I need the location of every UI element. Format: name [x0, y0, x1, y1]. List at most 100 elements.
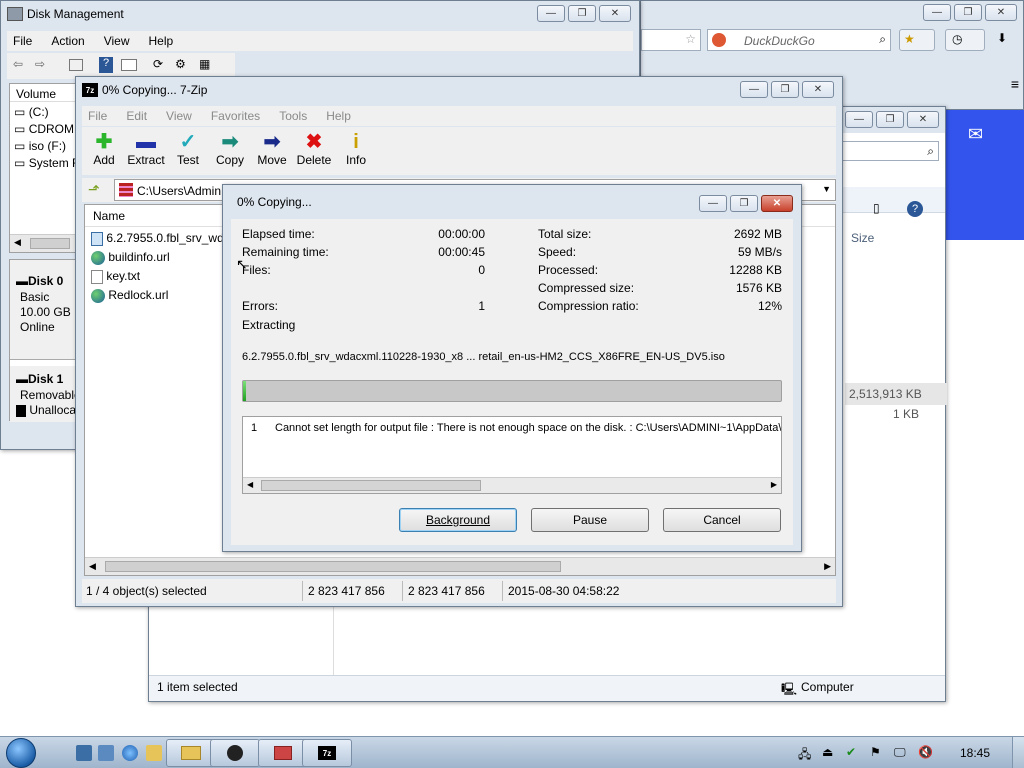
copy-button[interactable]: ➡ Copy [208, 131, 252, 167]
scroll-left-icon[interactable]: ◀ [14, 237, 21, 248]
network-icon[interactable]: 🖧 [798, 745, 814, 761]
restore-button[interactable]: ❐ [568, 5, 596, 22]
menu-help[interactable]: Help [320, 109, 351, 123]
explorer-quick-icon[interactable] [146, 745, 162, 761]
menu-file[interactable]: File [82, 109, 107, 123]
scroll-thumb[interactable] [105, 561, 561, 572]
taskbar-disk-management[interactable] [258, 739, 308, 767]
title-bar[interactable]: 7z 0% Copying... 7-Zip [76, 77, 842, 103]
search-box[interactable]: DuckDuckGo ⌕ [707, 29, 891, 51]
settings-icon[interactable]: ⚙ [175, 57, 186, 71]
up-folder-icon[interactable]: ⬏ [88, 181, 100, 198]
close-button[interactable]: ✕ [985, 4, 1017, 21]
scroll-thumb[interactable] [261, 480, 481, 491]
safely-remove-icon[interactable]: ⏏ [822, 745, 838, 761]
menu-favorites[interactable]: Favorites [205, 109, 260, 123]
volume-row[interactable]: ▭ (C:) [14, 105, 49, 119]
explorer-search[interactable]: ⌕ [839, 141, 939, 161]
ie-icon[interactable] [122, 745, 138, 761]
scroll-thumb[interactable] [30, 238, 70, 249]
add-button[interactable]: ✚ Add [82, 131, 126, 167]
log-message[interactable]: Cannot set length for output file : Ther… [275, 422, 781, 434]
delete-button[interactable]: ✖ Delete [292, 131, 336, 167]
menu-tools[interactable]: Tools [273, 109, 307, 123]
file-row[interactable]: key.txt [91, 269, 140, 284]
security-icon[interactable]: ✔ [846, 745, 862, 761]
info-button[interactable]: i Info [334, 131, 378, 167]
forward-icon[interactable]: ⇨ [35, 57, 45, 71]
minimize-button[interactable]: — [740, 81, 768, 98]
pause-button[interactable]: Pause [531, 508, 649, 532]
list-view-icon[interactable] [69, 59, 83, 71]
monitor-network-icon[interactable]: 🖵 [894, 745, 910, 761]
taskbar-7zip[interactable]: 7z [302, 739, 352, 767]
bookmark-button[interactable]: ★ [899, 29, 935, 51]
switch-windows-icon[interactable] [98, 745, 114, 761]
flag-icon[interactable]: ⚑ [870, 745, 886, 761]
menu-edit[interactable]: Edit [120, 109, 147, 123]
file-row[interactable]: 6.2.7955.0.fbl_srv_wda [91, 231, 230, 246]
minimize-button[interactable]: — [845, 111, 873, 128]
back-icon[interactable]: ⇦ [13, 57, 23, 71]
background-button[interactable]: Background [399, 508, 517, 532]
extract-button[interactable]: ▬ Extract [124, 131, 168, 167]
minimize-button[interactable]: — [923, 4, 951, 21]
history-button[interactable]: ◷ [945, 29, 985, 51]
refresh-icon[interactable]: ⟳ [153, 57, 163, 71]
scroll-left-icon[interactable]: ◀ [89, 561, 96, 572]
test-button[interactable]: ✓ Test [166, 131, 210, 167]
close-button[interactable]: ✕ [907, 111, 939, 128]
minimize-button[interactable]: — [537, 5, 565, 22]
horizontal-scrollbar[interactable]: ◀ ▶ [243, 477, 781, 493]
volume-muted-icon[interactable]: 🔇 [918, 745, 934, 761]
search-input[interactable]: DuckDuckGo [744, 34, 815, 48]
close-button[interactable]: ✕ [599, 5, 631, 22]
restore-button[interactable]: ❐ [876, 111, 904, 128]
star-icon[interactable]: ☆ [685, 32, 696, 46]
show-desktop-button[interactable] [1012, 737, 1024, 768]
search-icon[interactable]: ⌕ [927, 144, 934, 159]
disk0-panel[interactable]: ▬Disk 0 Basic 10.00 GB Online [10, 260, 80, 360]
column-size[interactable]: Size [851, 231, 874, 245]
taskbar-app[interactable] [210, 739, 260, 767]
help-icon[interactable]: ? [99, 57, 113, 73]
restore-button[interactable]: ❐ [771, 81, 799, 98]
search-icon[interactable]: ⌕ [879, 32, 886, 47]
menu-view[interactable]: View [98, 34, 130, 48]
clock[interactable]: 18:45 [948, 746, 1002, 760]
cancel-button[interactable]: Cancel [663, 508, 781, 532]
properties-icon[interactable] [121, 59, 137, 71]
minimize-button[interactable]: — [699, 195, 727, 212]
show-desktop-quick-icon[interactable] [76, 745, 92, 761]
preview-pane-icon[interactable]: ▯ [873, 201, 880, 215]
start-button[interactable] [6, 738, 36, 768]
close-button[interactable]: ✕ [761, 195, 793, 212]
menu-file[interactable]: File [7, 34, 32, 48]
column-volume[interactable]: Volume [10, 84, 80, 102]
help-icon[interactable]: ? [907, 201, 923, 217]
file-row[interactable]: Redlock.url [91, 288, 168, 303]
horizontal-scrollbar[interactable]: ◀ [10, 234, 80, 252]
close-button[interactable]: ✕ [802, 81, 834, 98]
move-button[interactable]: ➡ Move [250, 131, 294, 167]
menu-action[interactable]: Action [45, 34, 84, 48]
scroll-right-icon[interactable]: ▶ [771, 480, 777, 489]
scroll-right-icon[interactable]: ▶ [824, 561, 831, 572]
download-button[interactable]: ⬇ [991, 29, 1017, 51]
menu-view[interactable]: View [160, 109, 192, 123]
horizontal-scrollbar[interactable]: ◀ ▶ [85, 557, 835, 575]
scroll-left-icon[interactable]: ◀ [247, 480, 253, 489]
disk-icon[interactable]: ▦ [199, 57, 210, 71]
envelope-icon[interactable]: ✉ [968, 124, 983, 145]
disk1-panel[interactable]: ▬Disk 1 Removable Unalloca [10, 366, 81, 422]
volume-row[interactable]: ▭ iso (F:) [14, 139, 66, 153]
volume-row[interactable]: ▭ CDROM [14, 122, 74, 136]
file-row[interactable]: buildinfo.url [91, 250, 170, 265]
dropdown-icon[interactable]: ▼ [822, 184, 831, 194]
menu-help[interactable]: Help [143, 34, 174, 48]
volume-row[interactable]: ▭ System R [14, 156, 81, 170]
taskbar-explorer[interactable] [166, 739, 216, 767]
menu-button[interactable]: ≡ [1011, 76, 1019, 92]
restore-button[interactable]: ❐ [730, 195, 758, 212]
restore-button[interactable]: ❐ [954, 4, 982, 21]
